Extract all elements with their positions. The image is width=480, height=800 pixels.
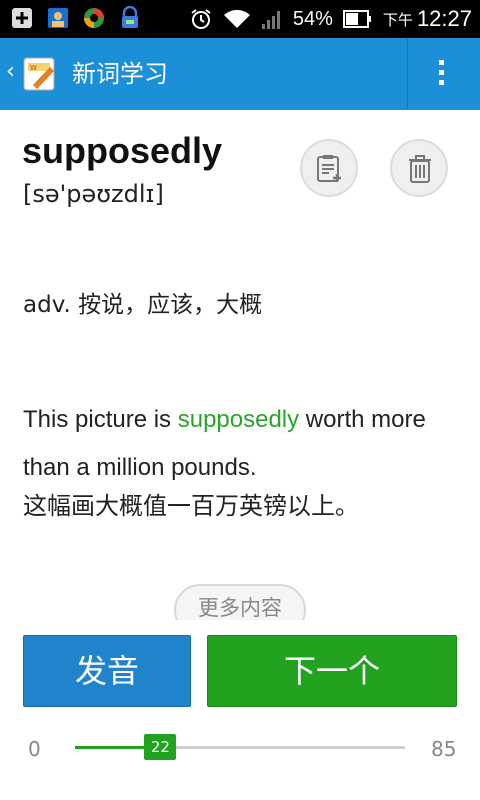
action-bar: ‹ W 新词学习 (0, 38, 480, 110)
progress-slider[interactable]: 22 (75, 734, 405, 760)
svg-text:W: W (30, 64, 37, 72)
next-button[interactable]: 下一个 (207, 635, 457, 707)
word-title: supposedly (22, 130, 223, 171)
notification-lock-icon (122, 6, 138, 28)
status-ampm: 下午 (382, 11, 413, 29)
wifi-icon (223, 9, 250, 28)
page-title: 新词学习 (72, 60, 168, 88)
alarm-icon (191, 9, 211, 29)
back-chevron-icon[interactable]: ‹ (6, 60, 15, 84)
example-translation: 这幅画大概值一百万英镑以上。 (23, 492, 359, 520)
add-icon (12, 8, 32, 28)
definition: adv. 按说，应该，大概 (23, 292, 263, 318)
bottom-panel: 发音 下一个 0 22 85 (0, 620, 480, 800)
app-sync-icon (84, 8, 104, 28)
trash-icon (409, 155, 431, 183)
app-logo-icon[interactable]: W (23, 55, 59, 91)
add-to-wordbook-button[interactable] (300, 139, 358, 197)
battery-percent: 54% (292, 7, 333, 30)
progress-min: 0 (28, 737, 41, 761)
contacts-icon (48, 8, 68, 28)
pronounce-button[interactable]: 发音 (23, 635, 191, 707)
phonetic: [sə'pəʊzdlɪ] (23, 180, 164, 208)
status-bar: 54% 下午 12:27 (0, 0, 480, 38)
example-sentence: This picture is supposedly worth more th… (23, 396, 463, 492)
signal-icon (261, 11, 280, 29)
example-before: This picture is (23, 406, 178, 433)
status-time: 12:27 (416, 6, 472, 31)
note-add-icon (317, 155, 341, 182)
progress-thumb[interactable]: 22 (144, 734, 177, 760)
action-bar-divider (407, 38, 408, 110)
delete-button[interactable] (390, 139, 448, 197)
battery-icon (342, 10, 371, 28)
progress-max: 85 (431, 737, 457, 761)
example-highlight: supposedly (177, 406, 300, 433)
overflow-menu-icon[interactable] (437, 60, 447, 90)
